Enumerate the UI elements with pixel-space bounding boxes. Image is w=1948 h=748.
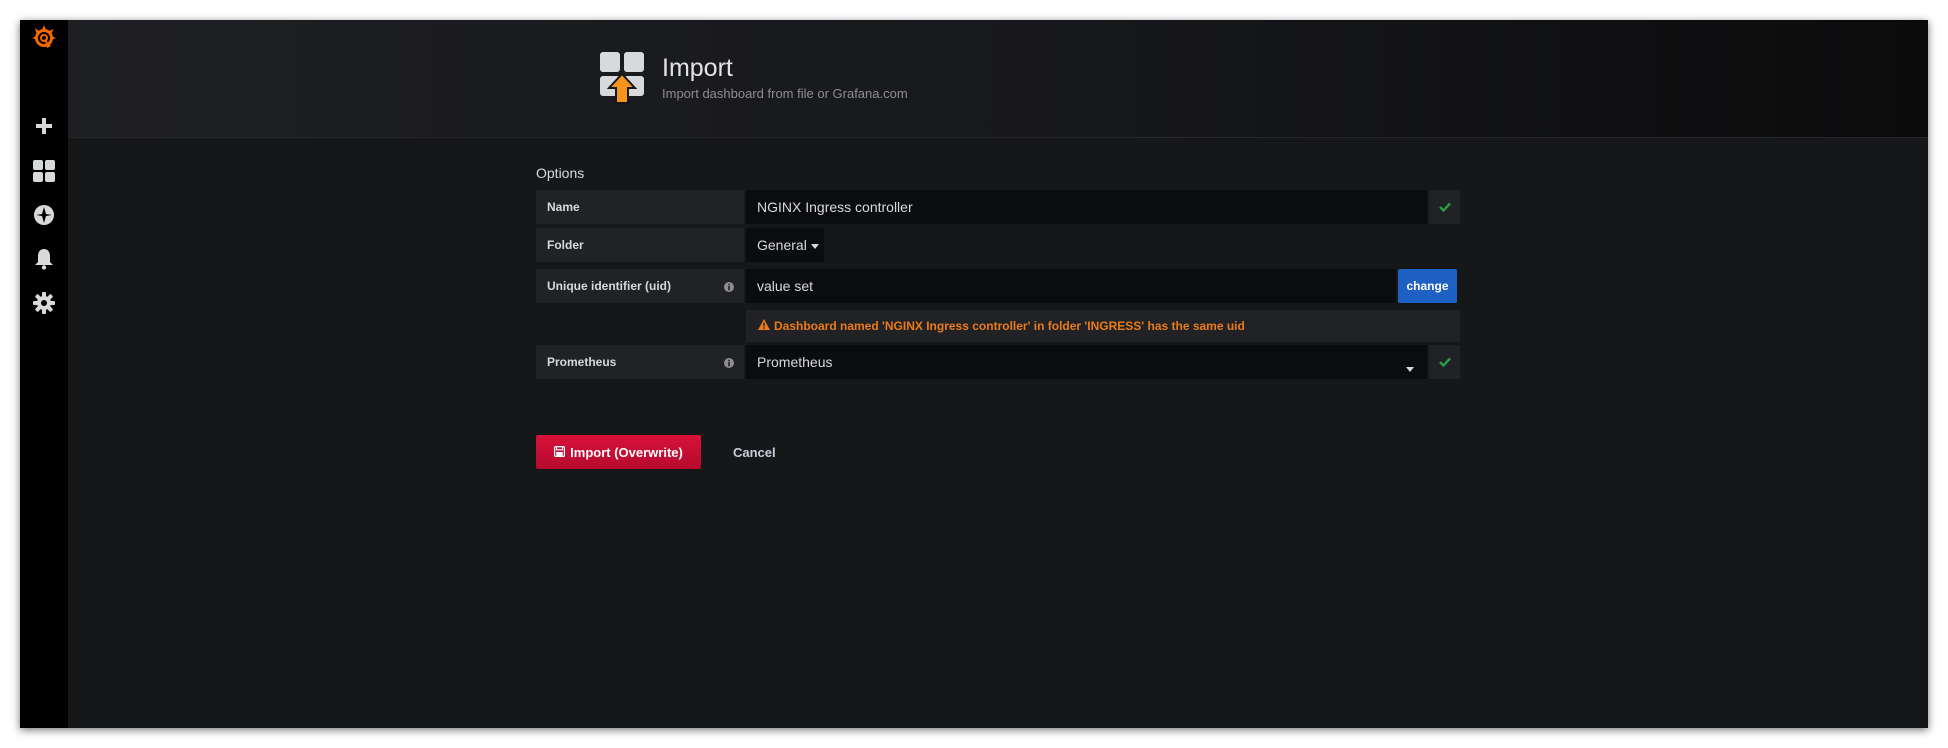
page-subtitle: Import dashboard from file or Grafana.co… [662, 86, 908, 101]
folder-row: Folder General [536, 228, 1460, 262]
page-title: Import [662, 54, 733, 82]
folder-label: Folder [536, 228, 744, 262]
grafana-window: Import Import dashboard from file or Gra… [20, 20, 1928, 728]
prometheus-datasource-select[interactable]: Prometheus [746, 345, 1427, 379]
plus-icon[interactable] [20, 108, 68, 144]
import-overwrite-button[interactable]: Import (Overwrite) [536, 435, 701, 469]
folder-select-value: General [757, 237, 807, 253]
change-uid-button[interactable]: change [1398, 269, 1457, 303]
info-icon[interactable] [724, 357, 734, 368]
caret-down-icon [810, 237, 819, 253]
uid-input[interactable]: value set [746, 269, 1396, 303]
prometheus-row: Prometheus Prometheus [536, 345, 1460, 379]
name-valid-check-icon [1429, 190, 1460, 224]
side-menu [20, 20, 68, 728]
page-header: Import Import dashboard from file or Gra… [68, 20, 1928, 138]
alerting-bell-icon[interactable] [20, 241, 68, 277]
configuration-gear-icon[interactable] [20, 285, 68, 321]
prometheus-select-value: Prometheus [757, 354, 833, 370]
prometheus-label: Prometheus [536, 345, 744, 379]
import-dashboard-icon [600, 52, 645, 104]
explore-icon[interactable] [20, 197, 68, 233]
name-label: Name [536, 190, 744, 224]
uid-warning-row: Dashboard named 'NGINX Ingress controlle… [536, 310, 1460, 342]
import-button-label: Import (Overwrite) [570, 444, 683, 460]
uid-row: Unique identifier (uid) value set change [536, 269, 1460, 303]
save-icon [554, 445, 566, 460]
uid-warning-text: Dashboard named 'NGINX Ingress controlle… [774, 319, 1245, 333]
folder-select[interactable]: General [746, 228, 824, 262]
uid-warning: Dashboard named 'NGINX Ingress controlle… [746, 310, 1460, 342]
warning-triangle-icon [758, 319, 770, 333]
uid-label: Unique identifier (uid) [536, 269, 744, 303]
name-input[interactable]: NGINX Ingress controller [746, 190, 1427, 224]
info-icon[interactable] [724, 281, 734, 292]
options-heading: Options [536, 165, 585, 181]
name-row: Name NGINX Ingress controller [536, 190, 1460, 224]
caret-down-icon [1406, 360, 1414, 376]
cancel-button[interactable]: Cancel [733, 435, 776, 469]
prometheus-valid-check-icon [1429, 345, 1460, 379]
dashboards-icon[interactable] [20, 153, 68, 189]
grafana-logo-icon[interactable] [20, 20, 68, 54]
